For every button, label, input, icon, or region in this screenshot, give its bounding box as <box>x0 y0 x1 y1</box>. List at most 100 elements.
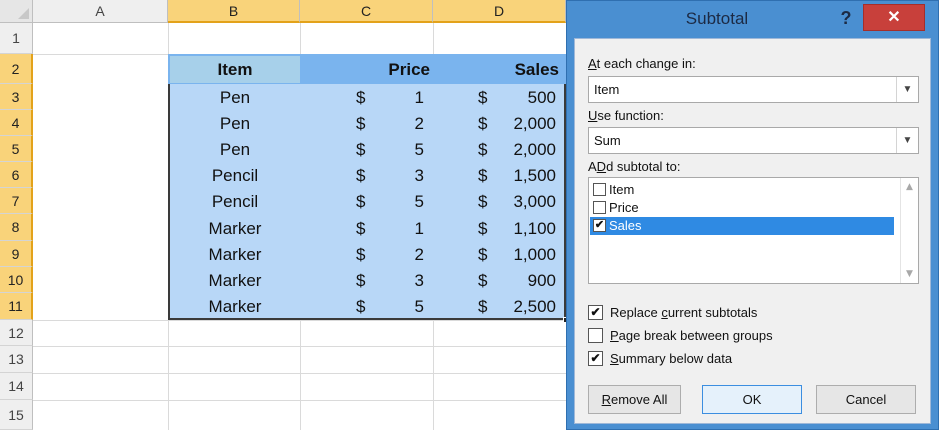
mnemonic: A <box>588 56 597 71</box>
currency-symbol: $ <box>356 192 366 211</box>
cell-item[interactable]: Pencil <box>170 166 300 186</box>
cell-sales[interactable]: 1,000 <box>498 245 556 265</box>
cell-sales[interactable]: 3,000 <box>498 192 556 212</box>
cell-price[interactable]: 2 <box>380 114 424 134</box>
mnemonic: S <box>610 351 619 366</box>
page-break-checkbox[interactable]: Page break between groups <box>588 327 773 345</box>
dialog-titlebar[interactable]: Subtotal ? ✕ <box>567 1 938 37</box>
currency-symbol: $ <box>478 88 488 107</box>
cell-item[interactable]: Pen <box>170 140 300 160</box>
row-header-2[interactable]: 2 <box>0 54 33 84</box>
row-header-14[interactable]: 14 <box>0 373 33 400</box>
row-header-13[interactable]: 13 <box>0 346 33 373</box>
column-header-c[interactable]: C <box>300 0 433 23</box>
header-sales[interactable]: Sales <box>433 60 559 80</box>
cell-item[interactable]: Pen <box>170 88 300 108</box>
cell-sales[interactable]: 2,500 <box>498 297 556 317</box>
remove-all-button[interactable]: Remove All <box>588 385 681 414</box>
currency-symbol: $ <box>356 271 366 290</box>
cell-price[interactable]: 2 <box>380 245 424 265</box>
cell-sales[interactable]: 1,100 <box>498 219 556 239</box>
dialog-body: At each change in: Item ▼ Use function: … <box>574 38 931 424</box>
column-header-d[interactable]: D <box>433 0 566 23</box>
mnemonic: P <box>610 328 619 343</box>
cell-price[interactable]: 1 <box>380 219 424 239</box>
chevron-up-icon[interactable]: ▲ <box>901 181 918 193</box>
cell-price[interactable]: 1 <box>380 88 424 108</box>
cell-item[interactable]: Marker <box>170 297 300 317</box>
header-price[interactable]: Price <box>300 60 430 80</box>
subtotal-columns-list[interactable]: Item Price ✔ Sales ▲ ▼ <box>588 177 919 284</box>
column-header-b[interactable]: B <box>168 0 300 23</box>
list-scrollbar[interactable]: ▲ ▼ <box>900 178 918 283</box>
cell-sales[interactable]: 900 <box>498 271 556 291</box>
row-header-15[interactable]: 15 <box>0 400 33 430</box>
list-item-item[interactable]: Item <box>590 181 894 199</box>
at-each-change-label: At each change in: <box>588 56 696 71</box>
checkbox[interactable] <box>588 328 603 343</box>
list-item-label: Item <box>609 182 635 197</box>
cell-price[interactable]: 5 <box>380 192 424 212</box>
replace-current-subtotals-checkbox[interactable]: ✔ Replace current subtotals <box>588 304 757 322</box>
row-header-3[interactable]: 3 <box>0 84 33 110</box>
cell-item[interactable]: Marker <box>170 245 300 265</box>
currency-symbol: $ <box>356 140 366 159</box>
cell-sales[interactable]: 1,500 <box>498 166 556 186</box>
currency-symbol: $ <box>478 192 488 211</box>
help-button[interactable]: ? <box>833 5 859 31</box>
cell-item[interactable]: Pencil <box>170 192 300 212</box>
cell-item[interactable]: Pen <box>170 114 300 134</box>
row-header-5[interactable]: 5 <box>0 136 33 162</box>
cell-sales[interactable]: 500 <box>498 88 556 108</box>
chevron-down-icon[interactable]: ▼ <box>896 77 918 102</box>
cell-price[interactable]: 3 <box>380 166 424 186</box>
use-function-select[interactable]: Sum ▼ <box>588 127 919 154</box>
column-header-a[interactable]: A <box>33 0 168 23</box>
cell-item[interactable]: Marker <box>170 271 300 291</box>
ok-button[interactable]: OK <box>702 385 802 414</box>
cell-sales[interactable]: 2,000 <box>498 114 556 134</box>
chevron-down-icon[interactable]: ▼ <box>896 128 918 153</box>
cell-price[interactable]: 3 <box>380 271 424 291</box>
currency-symbol: $ <box>356 297 366 316</box>
select-all-corner[interactable] <box>0 0 33 23</box>
checkmark-icon: ✔ <box>594 219 605 231</box>
checkbox[interactable] <box>593 201 606 214</box>
checkbox[interactable] <box>593 183 606 196</box>
row-header-7[interactable]: 7 <box>0 188 33 214</box>
option-text: ummary below data <box>618 351 733 366</box>
chevron-down-icon[interactable]: ▼ <box>901 268 918 280</box>
currency-symbol: $ <box>356 166 366 185</box>
checkbox[interactable]: ✔ <box>588 305 603 320</box>
list-item-label: Price <box>609 200 639 215</box>
at-each-change-select[interactable]: Item ▼ <box>588 76 919 103</box>
row-header-11[interactable]: 11 <box>0 293 33 320</box>
checkmark-icon: ✔ <box>590 351 601 365</box>
option-text: age break between groups <box>618 328 773 343</box>
list-item-price[interactable]: Price <box>590 199 894 217</box>
list-item-label: Sales <box>609 218 642 233</box>
cancel-button[interactable]: Cancel <box>816 385 916 414</box>
currency-symbol: $ <box>478 245 488 264</box>
cell-price[interactable]: 5 <box>380 297 424 317</box>
currency-symbol: $ <box>356 219 366 238</box>
summary-below-data-checkbox[interactable]: ✔ Summary below data <box>588 350 732 368</box>
button-label: emove All <box>611 392 668 407</box>
cell-sales[interactable]: 2,000 <box>498 140 556 160</box>
selected-value: Sum <box>594 133 621 148</box>
row-header-6[interactable]: 6 <box>0 162 33 188</box>
header-item[interactable]: Item <box>170 60 300 80</box>
row-header-4[interactable]: 4 <box>0 110 33 136</box>
row-header-10[interactable]: 10 <box>0 267 33 293</box>
checkbox[interactable]: ✔ <box>593 219 606 232</box>
row-header-1[interactable]: 1 <box>0 23 33 54</box>
checkbox[interactable]: ✔ <box>588 351 603 366</box>
cell-price[interactable]: 5 <box>380 140 424 160</box>
row-header-12[interactable]: 12 <box>0 320 33 346</box>
label-text: t each change in: <box>596 56 696 71</box>
list-item-sales[interactable]: ✔ Sales <box>590 217 894 235</box>
row-header-8[interactable]: 8 <box>0 214 33 241</box>
row-header-9[interactable]: 9 <box>0 241 33 267</box>
close-button[interactable]: ✕ <box>863 4 925 31</box>
cell-item[interactable]: Marker <box>170 219 300 239</box>
